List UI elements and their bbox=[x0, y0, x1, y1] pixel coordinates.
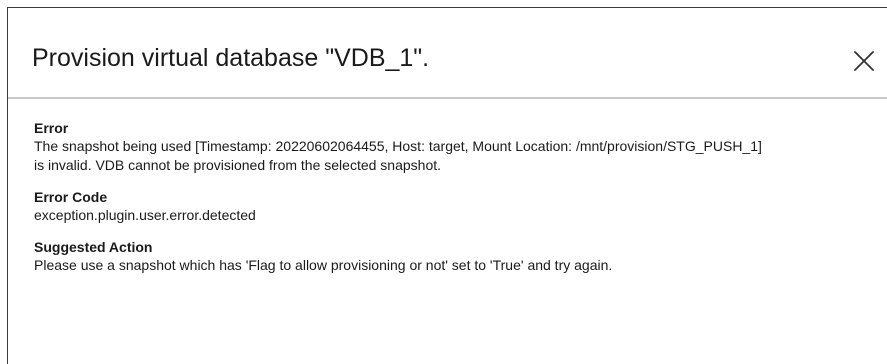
suggested-action-label: Suggested Action bbox=[34, 239, 153, 255]
error-code-label: Error Code bbox=[34, 189, 108, 205]
error-message-line-2: is invalid. VDB cannot be provisioned fr… bbox=[34, 157, 442, 173]
error-section: Error The snapshot being used [Timestamp… bbox=[34, 120, 877, 175]
provision-error-dialog: Provision virtual database "VDB_1". Erro… bbox=[7, 7, 887, 364]
dialog-title: Provision virtual database "VDB_1". bbox=[32, 44, 430, 72]
error-message-line-1: The snapshot being used [Timestamp: 2022… bbox=[34, 138, 762, 154]
suggested-action-value: Please use a snapshot which has 'Flag to… bbox=[34, 257, 613, 273]
error-code-section: Error Code exception.plugin.user.error.d… bbox=[34, 189, 877, 225]
suggested-action-section: Suggested Action Please use a snapshot w… bbox=[34, 239, 877, 275]
close-button[interactable] bbox=[852, 49, 876, 73]
dialog-header: Provision virtual database "VDB_1". bbox=[8, 8, 887, 99]
dialog-body: Error The snapshot being used [Timestamp… bbox=[34, 120, 877, 289]
error-label: Error bbox=[34, 120, 69, 136]
error-code-value: exception.plugin.user.error.detected bbox=[34, 207, 256, 223]
close-icon bbox=[854, 51, 874, 71]
